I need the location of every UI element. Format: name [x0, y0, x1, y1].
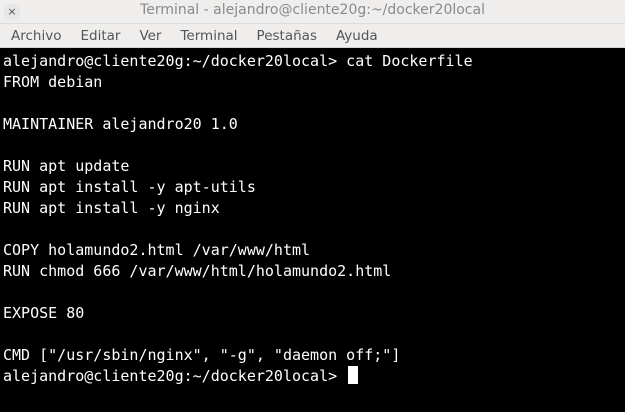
terminal-line-run-nginx: RUN apt install -y nginx	[3, 199, 220, 217]
terminal-line-run-update: RUN apt update	[3, 157, 130, 175]
terminal-line-run-apt-utils: RUN apt install -y apt-utils	[3, 178, 256, 196]
terminal-line-cmd: CMD ["/usr/sbin/nginx", "-g", "daemon of…	[3, 346, 401, 364]
terminal-prompt-line[interactable]: alejandro@cliente20g:~/docker20local>	[3, 366, 359, 387]
terminal-prompt: alejandro@cliente20g:~/docker20local>	[3, 367, 347, 385]
terminal-window: × Terminal - alejandro@cliente20g:~/dock…	[0, 0, 625, 412]
menu-ayuda[interactable]: Ayuda	[326, 24, 387, 48]
terminal-line-command: alejandro@cliente20g:~/docker20local> ca…	[3, 52, 473, 70]
window-title: Terminal - alejandro@cliente20g:~/docker…	[140, 2, 485, 18]
terminal-line-copy: COPY holamundo2.html /var/www/html	[3, 241, 311, 259]
terminal-line-expose: EXPOSE 80	[3, 304, 85, 322]
menu-bar: Archivo Editar Ver Terminal Pestañas Ayu…	[0, 24, 625, 48]
text-cursor	[348, 366, 359, 384]
menu-pestanas[interactable]: Pestañas	[247, 24, 326, 48]
menu-archivo[interactable]: Archivo	[0, 24, 70, 48]
menu-editar[interactable]: Editar	[70, 24, 129, 48]
menu-terminal[interactable]: Terminal	[170, 24, 246, 48]
title-bar[interactable]: × Terminal - alejandro@cliente20g:~/dock…	[0, 0, 625, 24]
terminal-line-from: FROM debian	[3, 73, 103, 91]
menu-ver[interactable]: Ver	[129, 24, 170, 48]
terminal-output[interactable]: alejandro@cliente20g:~/docker20local> ca…	[0, 50, 625, 412]
terminal-line-chmod: RUN chmod 666 /var/www/html/holamundo2.h…	[3, 262, 392, 280]
terminal-line-maintainer: MAINTAINER alejandro20 1.0	[3, 115, 238, 133]
